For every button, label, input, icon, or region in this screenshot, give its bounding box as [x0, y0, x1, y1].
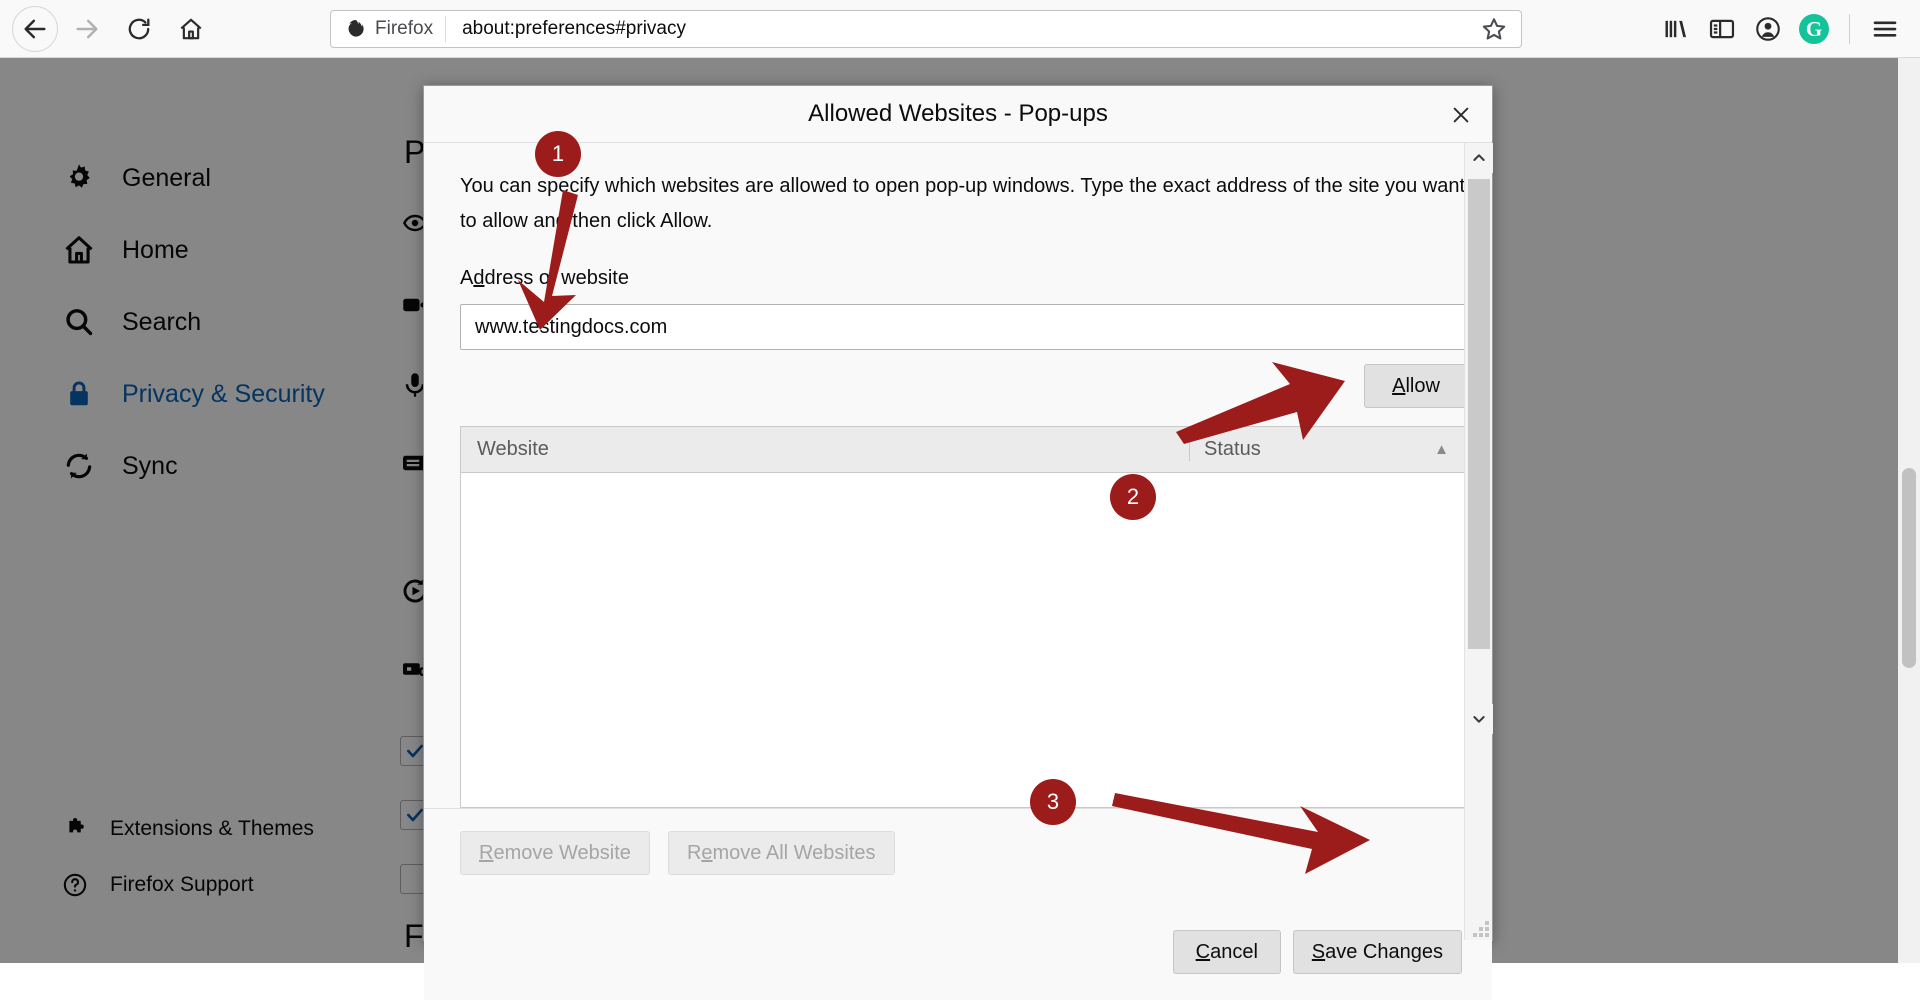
home-icon — [62, 233, 96, 267]
close-icon[interactable] — [1444, 98, 1478, 132]
toolbar-right-group: G — [1655, 0, 1920, 58]
bookmark-button[interactable] — [1467, 16, 1521, 42]
column-header-status-label: Status — [1204, 438, 1261, 461]
forward-button[interactable] — [64, 6, 110, 52]
dialog-scrollbar[interactable] — [1464, 143, 1492, 940]
page-scrollbar[interactable] — [1898, 58, 1920, 963]
app-menu-button[interactable] — [1864, 8, 1906, 50]
sidebar-item-home[interactable]: Home — [0, 225, 400, 275]
search-icon — [62, 305, 96, 339]
chevron-up-icon[interactable] — [1465, 143, 1493, 173]
identity-box[interactable]: Firefox — [331, 16, 446, 42]
sidebar-item-label: Extensions & Themes — [110, 817, 314, 841]
toolbar-divider — [1849, 14, 1850, 44]
library-button[interactable] — [1655, 8, 1697, 50]
back-button[interactable] — [12, 6, 58, 52]
arrow-left-icon — [21, 15, 49, 43]
star-icon — [1481, 16, 1507, 42]
preferences-sidebar: General Home Search — [0, 58, 400, 963]
dialog-body: You can specify which websites are allow… — [424, 143, 1492, 808]
gear-icon — [62, 161, 96, 195]
remove-buttons-row: Remove Website Remove All Websites — [460, 831, 1456, 875]
confirm-buttons-row: Cancel Save Changes — [1173, 930, 1462, 974]
firefox-logo-icon — [345, 18, 367, 40]
address-label-text: Address of website — [460, 267, 629, 289]
reload-icon — [126, 16, 152, 42]
column-header-status[interactable]: Status ▲ — [1189, 438, 1467, 461]
sidebar-bottom-group: Extensions & Themes Firefox Support — [0, 809, 400, 921]
sidebar-item-sync[interactable]: Sync — [0, 441, 400, 491]
grammarly-icon: G — [1799, 14, 1829, 44]
grammarly-button[interactable]: G — [1793, 8, 1835, 50]
save-changes-button[interactable]: Save Changes — [1293, 930, 1462, 974]
allowed-websites-table[interactable]: Website Status ▲ — [460, 426, 1468, 808]
url-input[interactable] — [446, 18, 1467, 40]
sync-icon — [62, 449, 96, 483]
sidebar-item-general[interactable]: General — [0, 153, 400, 203]
table-body[interactable] — [461, 473, 1467, 807]
resize-grip-icon[interactable] — [1473, 921, 1489, 937]
account-icon — [1754, 15, 1782, 43]
browser-toolbar: Firefox — [0, 0, 1920, 58]
cancel-button[interactable]: Cancel — [1173, 930, 1281, 974]
sidebar-item-label: General — [122, 164, 211, 193]
puzzle-icon — [62, 816, 88, 842]
address-input[interactable] — [460, 304, 1468, 350]
url-bar[interactable]: Firefox — [330, 10, 1522, 48]
dialog-footer: Remove Website Remove All Websites Cance… — [424, 808, 1492, 1000]
dialog-titlebar: Allowed Websites - Pop-ups — [424, 86, 1492, 143]
column-header-website[interactable]: Website — [461, 438, 1189, 461]
sidebar-button[interactable] — [1701, 8, 1743, 50]
sidebar-icon — [1708, 15, 1736, 43]
page-scrollbar-thumb[interactable] — [1902, 468, 1916, 668]
table-header-row: Website Status ▲ — [461, 427, 1467, 473]
sidebar-item-label: Sync — [122, 452, 178, 481]
sidebar-item-extensions-themes[interactable]: Extensions & Themes — [0, 809, 400, 849]
identity-label: Firefox — [375, 18, 433, 40]
sidebar-item-search[interactable]: Search — [0, 297, 400, 347]
account-button[interactable] — [1747, 8, 1789, 50]
address-field-label: Address of website — [460, 267, 1456, 290]
reload-button[interactable] — [116, 6, 162, 52]
help-circle-icon — [62, 872, 88, 898]
dialog-title: Allowed Websites - Pop-ups — [808, 100, 1108, 128]
home-icon — [178, 16, 204, 42]
check-icon — [405, 741, 425, 761]
allow-button-row: Allow — [460, 364, 1468, 408]
sidebar-item-label: Firefox Support — [110, 873, 254, 897]
sidebar-item-label: Search — [122, 308, 201, 337]
library-icon — [1662, 15, 1690, 43]
dialog-scrollbar-thumb[interactable] — [1468, 179, 1490, 649]
remove-all-websites-button[interactable]: Remove All Websites — [668, 831, 895, 875]
allow-button[interactable]: Allow — [1364, 364, 1468, 408]
sidebar-item-firefox-support[interactable]: Firefox Support — [0, 865, 400, 905]
chevron-down-icon[interactable] — [1465, 704, 1493, 734]
lock-icon — [62, 377, 96, 411]
sort-ascending-icon: ▲ — [1434, 441, 1467, 458]
sidebar-item-label: Privacy & Security — [122, 380, 325, 409]
arrow-right-icon — [73, 15, 101, 43]
home-button[interactable] — [168, 6, 214, 52]
remove-website-button[interactable]: Remove Website — [460, 831, 650, 875]
sidebar-item-label: Home — [122, 236, 189, 265]
hamburger-icon — [1870, 14, 1900, 44]
sidebar-item-privacy-security[interactable]: Privacy & Security — [0, 369, 400, 419]
dialog-description: You can specify which websites are allow… — [460, 169, 1468, 239]
allowed-websites-dialog: Allowed Websites - Pop-ups You can speci… — [423, 85, 1493, 941]
check-icon — [405, 805, 425, 825]
